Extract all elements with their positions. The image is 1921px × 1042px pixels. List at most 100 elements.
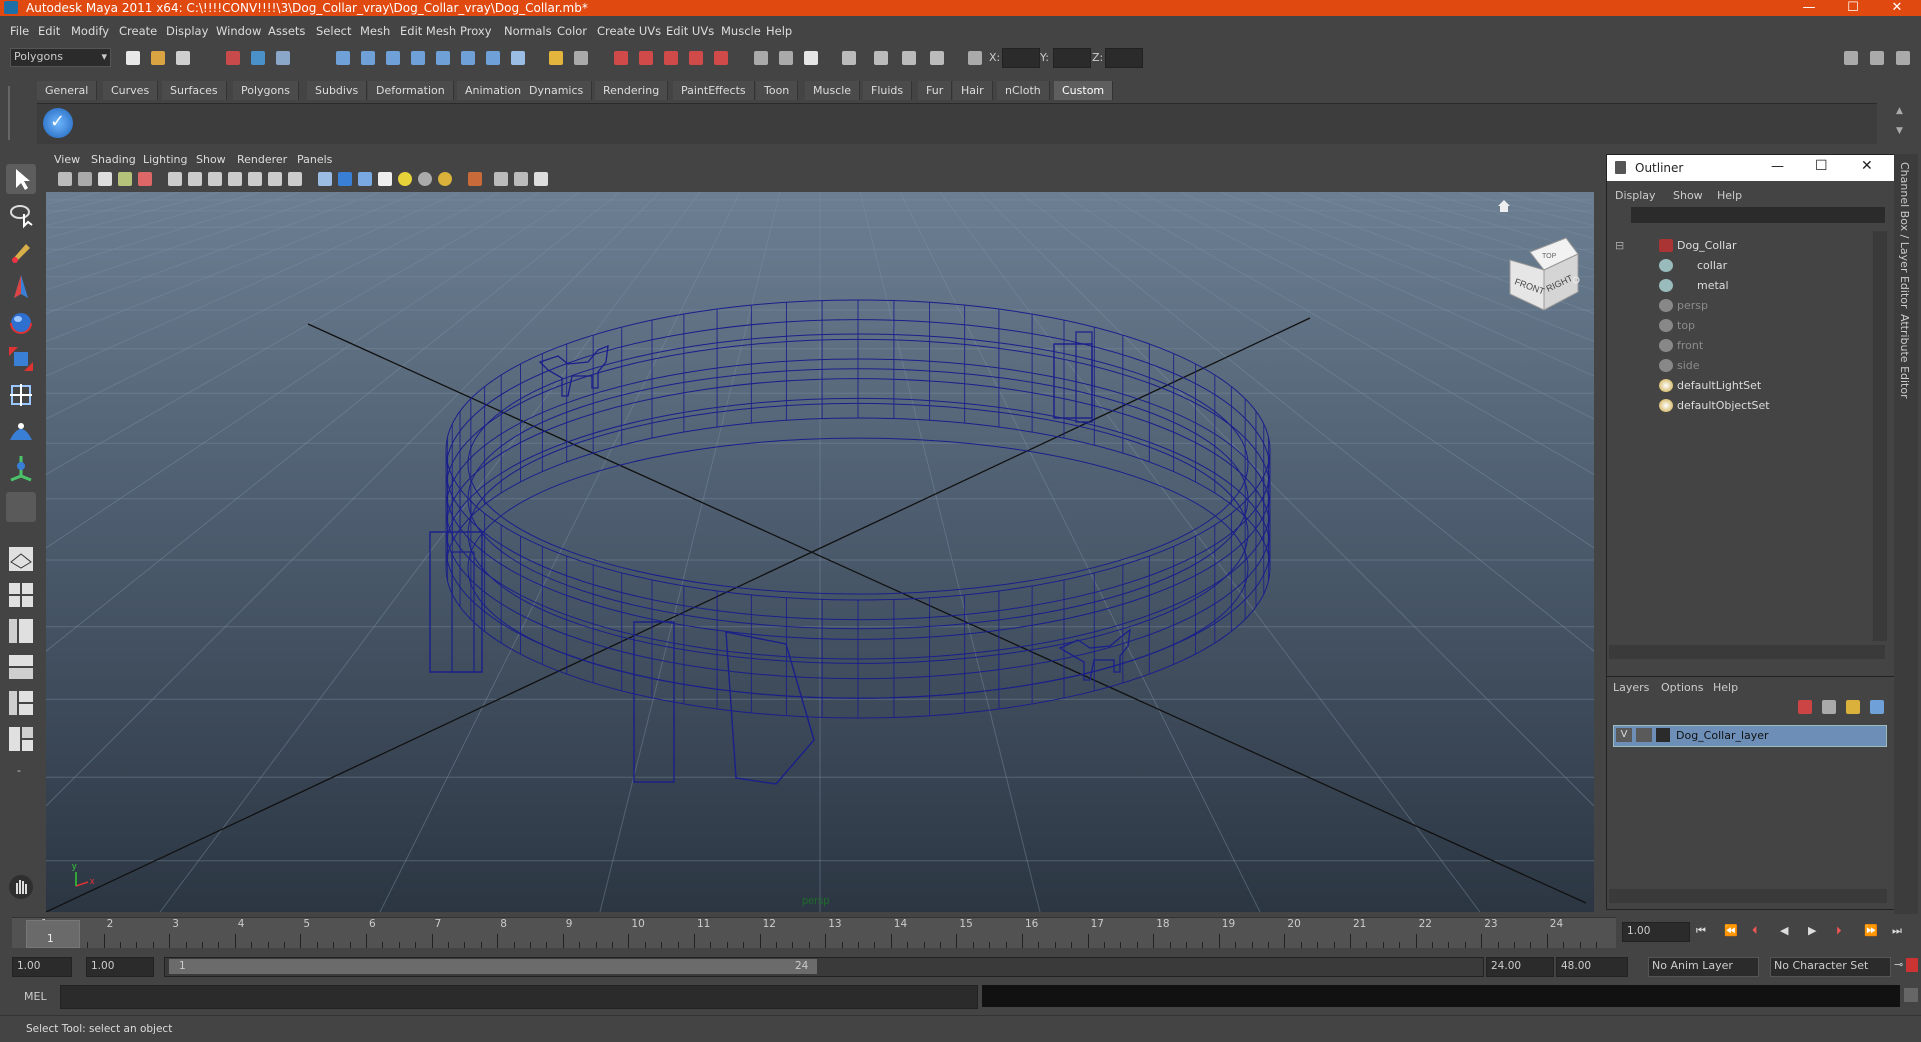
lasso-tool-button[interactable] (6, 200, 36, 230)
layer-horizontal-scrollbar[interactable] (1609, 889, 1887, 903)
hotbox-button[interactable] (6, 872, 36, 902)
render-settings-button[interactable] (685, 47, 707, 69)
current-time-field[interactable]: 1.00 (1622, 922, 1690, 942)
menu-edit-mesh[interactable]: Edit Mesh (400, 24, 456, 38)
outliner-button[interactable] (898, 47, 920, 69)
layout-hypershade-button[interactable] (6, 688, 36, 718)
go-to-end-button[interactable]: ⏭ (1892, 924, 1902, 938)
graph-editor-button[interactable] (926, 47, 948, 69)
shelf-tab-fur[interactable]: Fur (918, 81, 953, 100)
layer-menu-help[interactable]: Help (1713, 681, 1738, 694)
menu-assets[interactable]: Assets (268, 24, 305, 38)
xray-button[interactable] (492, 170, 510, 188)
vp-menu-panels[interactable]: Panels (297, 153, 332, 166)
command-input[interactable] (60, 985, 978, 1009)
shelf-tab-deformation[interactable]: Deformation (368, 81, 454, 100)
show-manipulator-button[interactable] (6, 452, 36, 482)
menu-normals[interactable]: Normals (504, 24, 552, 38)
hypershade-button[interactable] (710, 47, 732, 69)
bookmark-button[interactable] (96, 170, 114, 188)
paint-select-tool-button[interactable] (6, 236, 36, 266)
layer-display-type-toggle[interactable] (1636, 728, 1652, 742)
coord-z-field[interactable] (1105, 48, 1143, 68)
outliner-filter-field[interactable] (1631, 207, 1885, 223)
layer-row-dog-collar[interactable]: V Dog_Collar_layer (1613, 725, 1887, 747)
new-scene-button[interactable] (122, 47, 144, 69)
menu-select[interactable]: Select (316, 24, 351, 38)
shelf-tab-painteffects[interactable]: PaintEffects (673, 81, 755, 100)
dog-collar-wireframe[interactable] (445, 299, 1271, 719)
outliner-menu-help[interactable]: Help (1717, 189, 1742, 202)
film-gate-button[interactable] (186, 170, 204, 188)
menu-color[interactable]: Color (557, 24, 587, 38)
scale-tool-button[interactable] (6, 344, 36, 374)
select-hierarchy-button[interactable] (222, 47, 244, 69)
custom-shelf-button[interactable]: ✓ (43, 108, 73, 138)
outliner-menu-show[interactable]: Show (1673, 189, 1703, 202)
grid-toggle-button[interactable] (166, 170, 184, 188)
range-slider-track[interactable]: 1 24 (164, 957, 1484, 977)
layer-editor-button[interactable] (870, 47, 892, 69)
shelf-tab-ncloth[interactable]: nCloth (997, 81, 1050, 100)
shelf-tab-polygons[interactable]: Polygons (233, 81, 299, 100)
layout-four-button[interactable] (6, 580, 36, 610)
vp-menu-renderer[interactable]: Renderer (237, 153, 287, 166)
snap-surface-button[interactable] (432, 47, 454, 69)
snap-live-button[interactable] (457, 47, 479, 69)
outliner-item-front[interactable]: front (1609, 337, 1869, 355)
snap-point-button[interactable] (382, 47, 404, 69)
outliner-minimize-button[interactable]: — (1771, 159, 1784, 174)
select-tool-button[interactable] (6, 164, 36, 194)
select-object-button[interactable] (247, 47, 269, 69)
animation-end-field[interactable]: 48.00 (1556, 957, 1628, 977)
attribute-button[interactable] (775, 47, 797, 69)
outliner-item-collar[interactable]: collar (1609, 257, 1869, 275)
menu-file[interactable]: File (10, 24, 29, 38)
safe-action-button[interactable] (266, 170, 284, 188)
play-backward-button[interactable]: ◀ (1780, 924, 1788, 937)
wireframe-button[interactable] (316, 170, 334, 188)
close-button[interactable]: ✕ (1875, 0, 1919, 16)
field-chart-button[interactable] (246, 170, 264, 188)
outliner-item-dog-collar[interactable]: Dog_Collar (1609, 237, 1869, 255)
layout-custom-button[interactable] (6, 724, 36, 754)
outliner-item-metal[interactable]: metal (1609, 277, 1869, 295)
channel-box-button[interactable] (838, 47, 860, 69)
go-to-start-button[interactable]: ⏮ (1696, 924, 1706, 938)
layer-color-swatch[interactable] (1656, 728, 1670, 742)
new-layer-from-selection-button[interactable] (1867, 697, 1887, 717)
shelf-tab-toon[interactable]: Toon (756, 81, 799, 100)
coord-y-field[interactable] (1053, 48, 1091, 68)
playback-start-field[interactable]: 1.00 (86, 957, 154, 977)
menu-edit[interactable]: Edit (38, 24, 60, 38)
shelf-handle[interactable] (8, 86, 28, 140)
construction-history-button[interactable] (610, 47, 632, 69)
vp-menu-show[interactable]: Show (196, 153, 226, 166)
isolate-select-button[interactable] (466, 170, 484, 188)
menu-edit-uvs[interactable]: Edit UVs (666, 24, 714, 38)
outliner-vertical-scrollbar[interactable] (1873, 231, 1887, 641)
step-back-frame-button[interactable]: ⏴ (1752, 924, 1758, 938)
save-scene-button[interactable] (172, 47, 194, 69)
animation-prefs-button[interactable] (1906, 958, 1918, 972)
command-language-label[interactable]: MEL (24, 990, 47, 1003)
menu-mesh[interactable]: Mesh (360, 24, 390, 38)
menu-window[interactable]: Window (216, 24, 261, 38)
perspective-viewport[interactable]: FRONT RIGHT TOP x y persp (46, 192, 1594, 912)
shelf-tab-custom[interactable]: Custom (1054, 81, 1114, 100)
vp-menu-view[interactable]: View (54, 153, 80, 166)
shadows-button[interactable] (436, 170, 454, 188)
menu-create-uvs[interactable]: Create UVs (597, 24, 661, 38)
shelf-tab-curves[interactable]: Curves (103, 81, 159, 100)
toggle-tool-settings-button[interactable] (1892, 47, 1914, 69)
shelf-tab-hair[interactable]: Hair (953, 81, 993, 100)
layout-persp-graph-button[interactable] (6, 652, 36, 682)
shelf-scroll[interactable]: ▲ ▼ (1896, 106, 1910, 138)
select-component-button[interactable] (272, 47, 294, 69)
textured-button[interactable] (376, 170, 394, 188)
vp-menu-lighting[interactable]: Lighting (143, 153, 187, 166)
current-time-marker[interactable]: 1 (26, 920, 80, 948)
move-tool-button[interactable] (6, 272, 36, 302)
coord-x-field[interactable] (1002, 48, 1040, 68)
shelf-tab-rendering[interactable]: Rendering (595, 81, 669, 100)
